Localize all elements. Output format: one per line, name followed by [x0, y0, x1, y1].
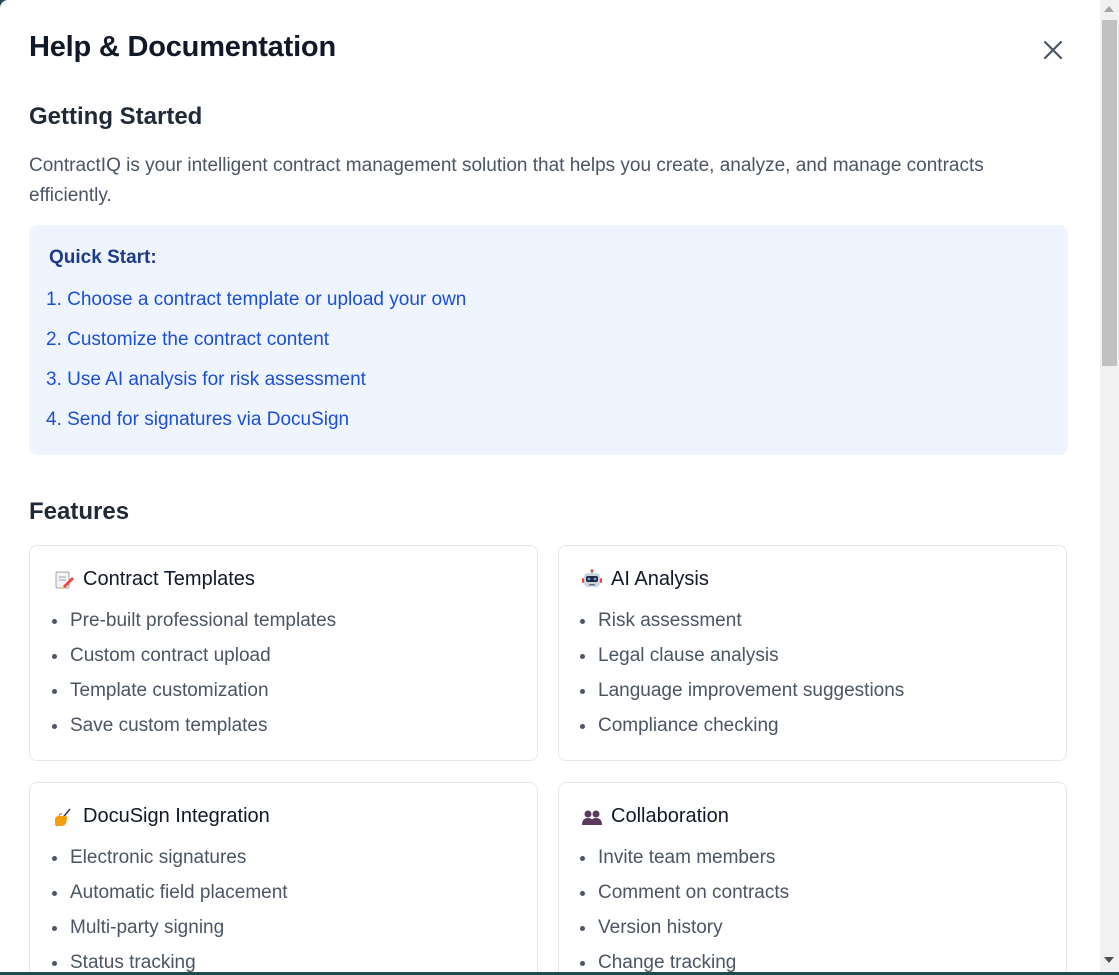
- writing-hand-icon: [55, 807, 71, 827]
- list-item: Save custom templates: [52, 710, 336, 745]
- quick-start-step: 3. Use AI analysis for risk assessment: [46, 369, 366, 390]
- card-title: Contract Templates: [83, 568, 255, 590]
- memo-icon: [55, 571, 74, 589]
- vertical-scrollbar[interactable]: [1100, 0, 1119, 972]
- scroll-up-arrow-icon[interactable]: [1104, 6, 1114, 12]
- list-item: Comment on contracts: [580, 877, 789, 912]
- card-title: AI Analysis: [611, 568, 709, 590]
- list-item: Compliance checking: [580, 710, 904, 745]
- scrollbar-thumb[interactable]: [1102, 20, 1117, 366]
- modal-title: Help & Documentation: [29, 31, 336, 63]
- list-item: Language improvement suggestions: [580, 675, 904, 710]
- getting-started-heading: Getting Started: [29, 103, 203, 130]
- list-item: Risk assessment: [580, 605, 904, 640]
- feature-card-docusign: DocuSign Integration Electronic signatur…: [29, 782, 538, 972]
- feature-card-contract-templates: Contract Templates Pre-built professiona…: [29, 545, 538, 761]
- robot-icon: [582, 568, 602, 587]
- close-icon: [1043, 40, 1063, 60]
- list-item: Custom contract upload: [52, 640, 336, 675]
- quick-start-step: 1. Choose a contract template or upload …: [46, 289, 467, 310]
- quick-start-box: Quick Start: 1. Choose a contract templa…: [29, 225, 1068, 455]
- list-item: Change tracking: [580, 947, 789, 972]
- list-item: Multi-party signing: [52, 912, 288, 947]
- quick-start-list: 1. Choose a contract template or upload …: [46, 285, 466, 445]
- feature-list: Electronic signatures Automatic field pl…: [52, 842, 288, 972]
- feature-list: Invite team members Comment on contracts…: [580, 842, 789, 972]
- list-item: Pre-built professional templates: [52, 605, 336, 640]
- feature-list: Pre-built professional templates Custom …: [52, 605, 336, 745]
- list-item: Invite team members: [580, 842, 789, 877]
- quick-start-step: 4. Send for signatures via DocuSign: [46, 409, 350, 430]
- feature-card-ai-analysis: AI Analysis Risk assessment Legal clause…: [558, 545, 1067, 761]
- features-heading: Features: [29, 498, 130, 525]
- list-item: Automatic field placement: [52, 877, 288, 912]
- quick-start-title: Quick Start:: [49, 247, 157, 268]
- scroll-down-arrow-icon[interactable]: [1104, 957, 1114, 963]
- card-title: DocuSign Integration: [83, 805, 270, 827]
- quick-start-step: 2. Customize the contract content: [46, 329, 330, 350]
- help-modal: Help & Documentation Getting Started Con…: [0, 0, 1100, 972]
- close-button[interactable]: [1038, 35, 1068, 65]
- list-item: Status tracking: [52, 947, 288, 972]
- card-title: Collaboration: [611, 805, 729, 827]
- list-item: Electronic signatures: [52, 842, 288, 877]
- list-item: Legal clause analysis: [580, 640, 904, 675]
- intro-text: ContractIQ is your intelligent contract …: [29, 155, 984, 206]
- list-item: Version history: [580, 912, 789, 947]
- people-icon: [582, 810, 602, 825]
- feature-card-collaboration: Collaboration Invite team members Commen…: [558, 782, 1067, 972]
- list-item: Template customization: [52, 675, 336, 710]
- feature-list: Risk assessment Legal clause analysis La…: [580, 605, 904, 745]
